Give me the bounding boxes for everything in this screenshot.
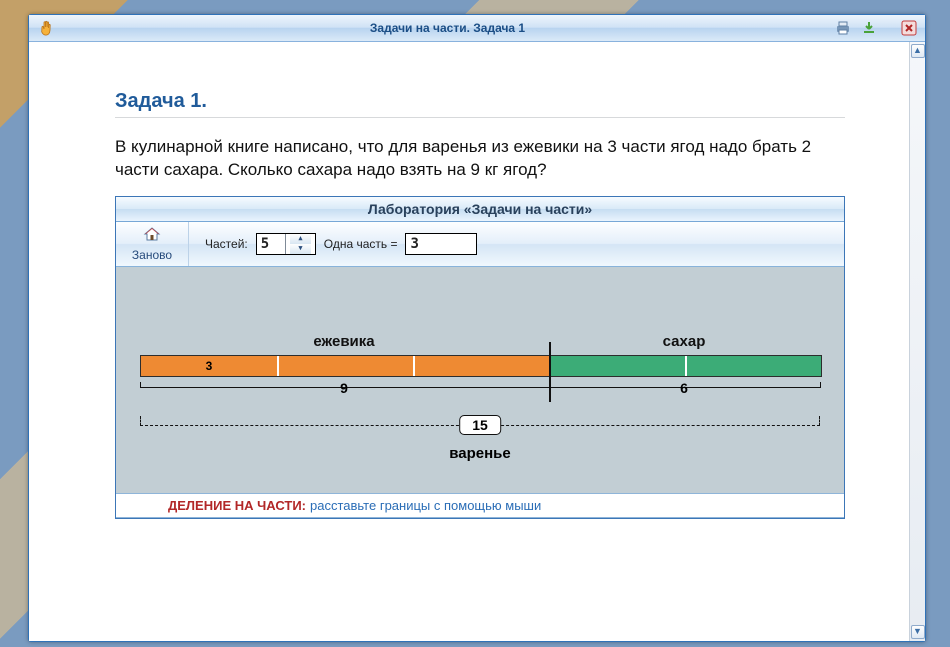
chevron-up-icon[interactable]: ▲ [290, 234, 311, 244]
parts-input[interactable]: 5 ▲▼ [256, 233, 316, 255]
titlebar: Задачи на части. Задача 1 [29, 15, 925, 42]
download-button[interactable] [859, 18, 879, 38]
task-text: В кулинарной книге написано, что для вар… [115, 136, 845, 182]
window-title: Задачи на части. Задача 1 [65, 21, 830, 35]
page: Задача 1. В кулинарной книге написано, ч… [29, 42, 909, 641]
unit-value: 3 [406, 234, 476, 254]
group-labels: ежевика сахар [140, 333, 820, 355]
chevron-down-icon[interactable]: ▼ [290, 244, 311, 254]
lab-toolbar: Заново Частей: 5 ▲▼ Одна часть = 3 [116, 222, 844, 267]
parts-value: 5 [257, 234, 286, 254]
hint-prefix: ДЕЛЕНИЕ НА ЧАСТИ: [168, 498, 306, 513]
content-area: Задача 1. В кулинарной книге написано, ч… [29, 42, 925, 641]
parts-bar[interactable]: 3 [140, 355, 822, 377]
left-group-label: ежевика [313, 333, 374, 350]
unit-label: Одна часть = [324, 237, 398, 251]
lab-hint: ДЕЛЕНИЕ НА ЧАСТИ: расставьте границы с п… [116, 493, 844, 518]
restart-button[interactable]: Заново [116, 222, 189, 266]
scroll-up-icon[interactable]: ▲ [911, 44, 925, 58]
restart-label: Заново [132, 248, 172, 262]
app-window: Задачи на части. Задача 1 Задача 1. В ку… [28, 14, 926, 642]
task-heading: Задача 1. [115, 90, 845, 118]
vertical-scrollbar[interactable]: ▲ ▼ [909, 42, 925, 641]
right-total: 6 [680, 380, 688, 396]
group-totals: 9 6 [140, 377, 820, 403]
parts-spinner[interactable]: ▲▼ [285, 234, 315, 254]
home-icon [143, 226, 161, 245]
parts-label: Частей: [205, 237, 248, 251]
hand-icon[interactable] [35, 16, 59, 40]
print-button[interactable] [833, 18, 853, 38]
hint-text: расставьте границы с помощью мыши [310, 498, 541, 513]
segment-1[interactable]: 3 [141, 356, 277, 376]
unit-input[interactable]: 3 [405, 233, 477, 255]
left-total: 9 [340, 380, 348, 396]
segment-3[interactable] [413, 356, 549, 376]
grand-total: 15 варенье [140, 409, 820, 463]
close-button[interactable] [899, 18, 919, 38]
lab-widget: Лаборатория «Задачи на части» Заново Час… [115, 196, 845, 519]
segment-1-value: 3 [141, 356, 277, 376]
grand-total-value: 15 [459, 415, 501, 435]
segment-4[interactable] [549, 356, 685, 376]
lab-stage[interactable]: ежевика сахар 3 [116, 267, 844, 493]
segment-5[interactable] [685, 356, 821, 376]
segment-2[interactable] [277, 356, 413, 376]
right-group-label: сахар [663, 333, 706, 350]
lab-title: Лаборатория «Задачи на части» [116, 197, 844, 222]
whole-label: варенье [449, 445, 511, 462]
scroll-down-icon[interactable]: ▼ [911, 625, 925, 639]
params: Частей: 5 ▲▼ Одна часть = 3 [189, 222, 493, 266]
